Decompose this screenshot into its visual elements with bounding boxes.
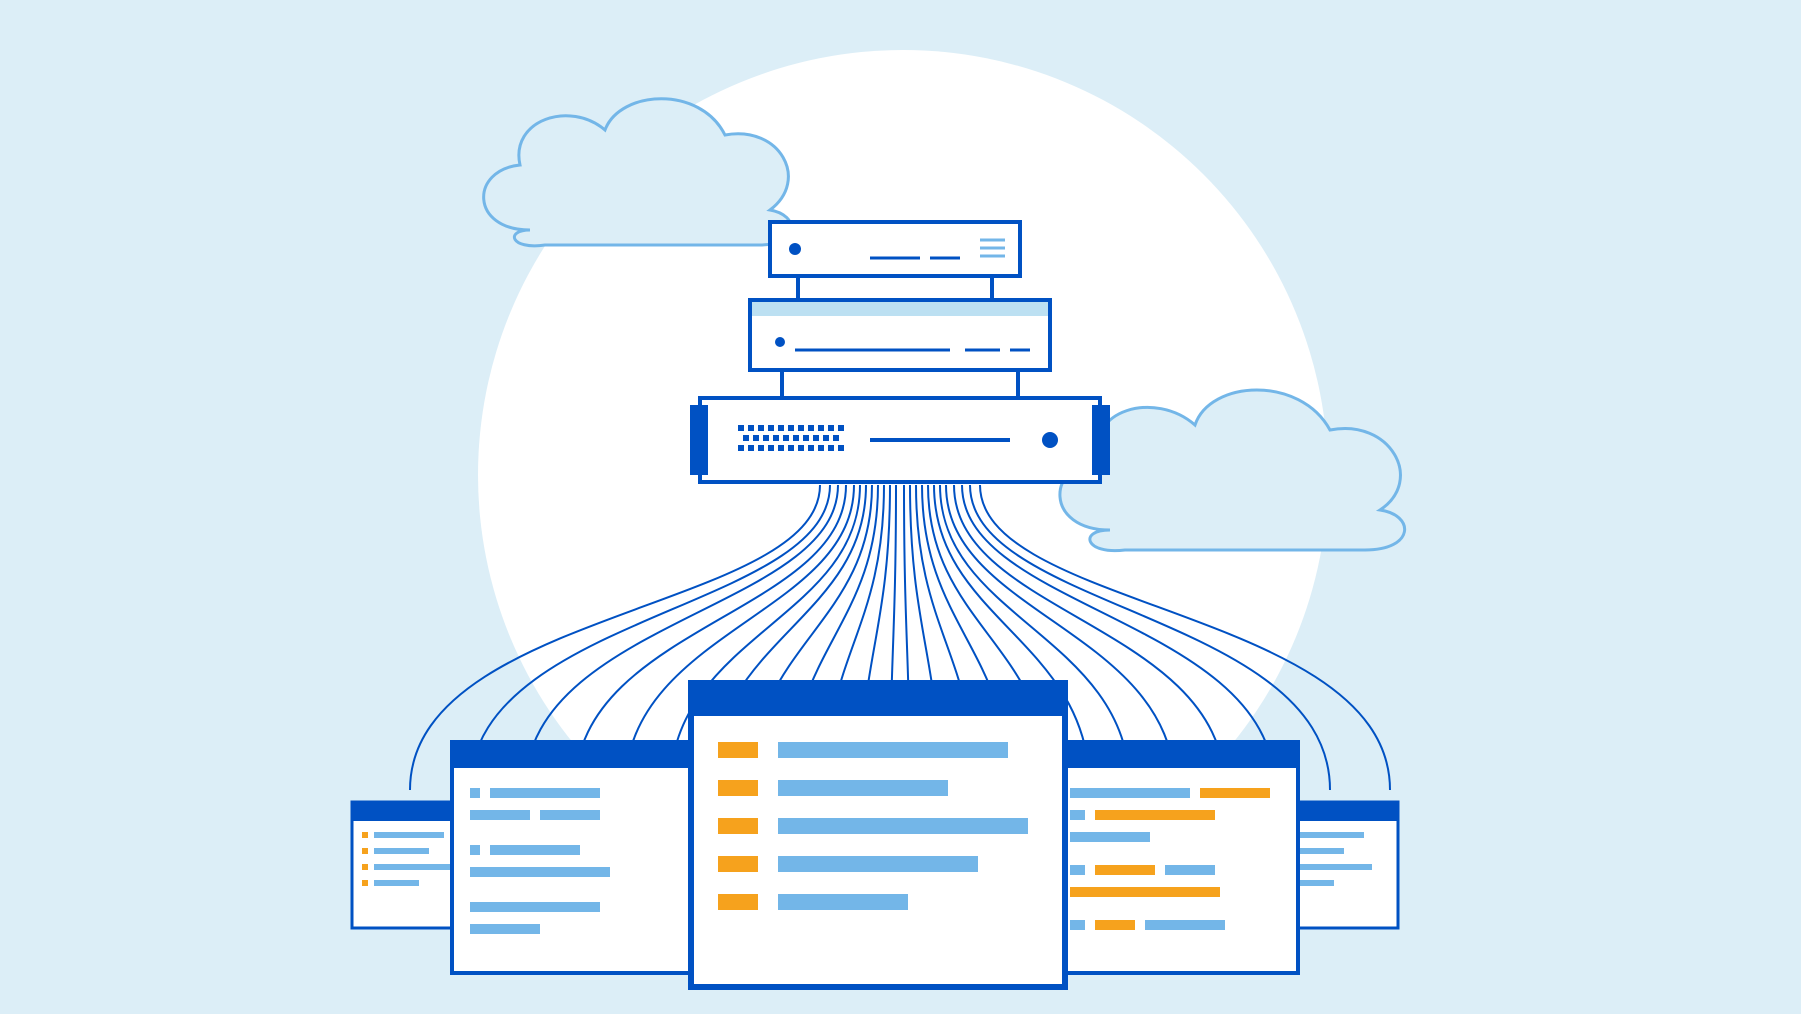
client-window-icon: [450, 740, 700, 975]
client-window-icon: [688, 680, 1068, 990]
diagram-canvas: [0, 0, 1801, 1014]
client-window-icon: [1050, 740, 1300, 975]
